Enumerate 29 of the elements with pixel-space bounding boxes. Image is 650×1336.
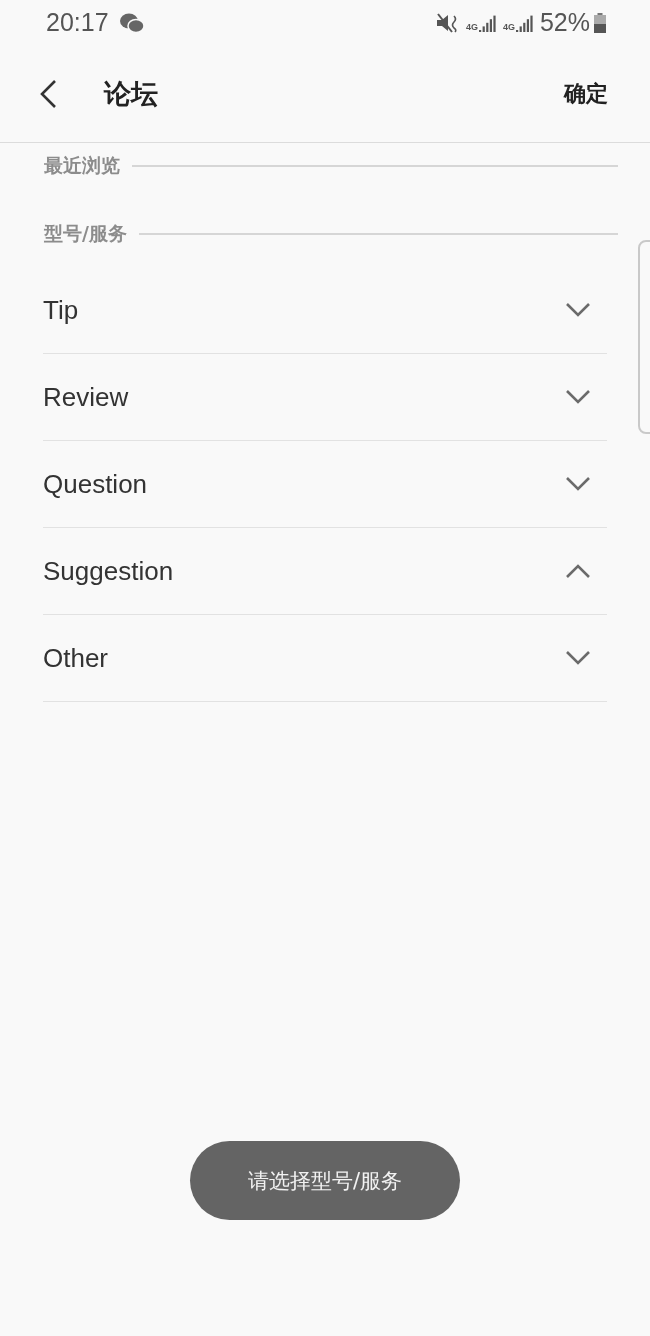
battery-icon — [594, 12, 606, 33]
status-time: 20:17 — [46, 8, 109, 37]
category-label: Other — [43, 642, 109, 674]
category-row[interactable]: Tip — [43, 267, 607, 354]
section-title: 型号/服务 — [44, 221, 127, 246]
network-type-label: 4G — [502, 21, 515, 32]
category-row[interactable]: Review — [43, 354, 607, 441]
chevron-down-icon — [565, 650, 591, 666]
signal-icon — [478, 13, 497, 32]
category-row[interactable]: Question — [43, 441, 607, 528]
toast-message: 请选择型号/服务 — [190, 1141, 460, 1220]
category-row[interactable]: Other — [43, 615, 607, 702]
confirm-button[interactable]: 确定 — [564, 74, 608, 113]
chevron-down-icon — [565, 389, 591, 405]
page-title: 论坛 — [104, 76, 158, 111]
signal-icon — [515, 13, 534, 32]
chevron-up-icon — [565, 563, 591, 579]
chat-app-icon — [118, 11, 145, 34]
category-label: Tip — [43, 294, 79, 326]
category-label: Review — [43, 381, 129, 413]
category-row[interactable]: Suggestion — [43, 528, 607, 615]
chevron-down-icon — [565, 302, 591, 318]
back-icon[interactable] — [38, 78, 58, 109]
category-label: Suggestion — [43, 555, 174, 587]
network-type-label: 4G — [465, 21, 478, 32]
category-label: Question — [43, 468, 148, 500]
chevron-down-icon — [565, 476, 591, 492]
battery-percent: 52% — [539, 8, 590, 37]
section-title: 最近浏览 — [44, 153, 120, 178]
